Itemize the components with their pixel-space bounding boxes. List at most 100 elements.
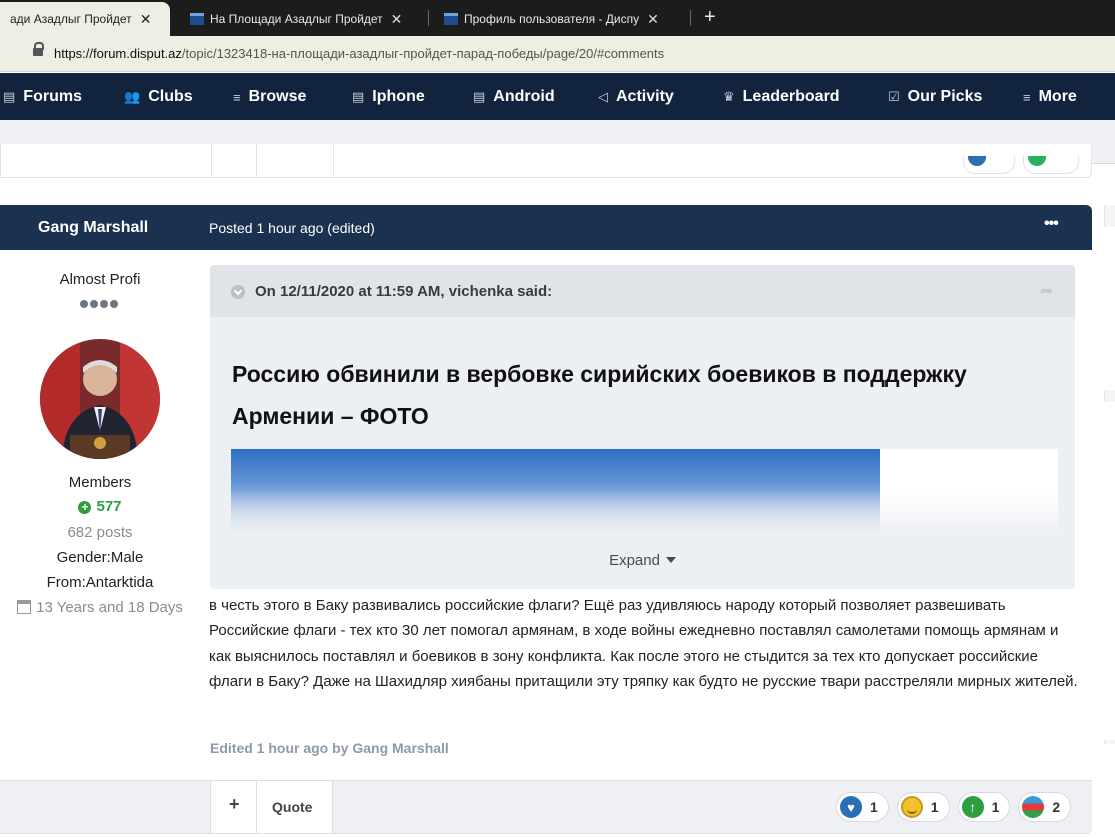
browser-tab-active[interactable]: ади Азадлыг Пройдет ✕ xyxy=(0,2,170,36)
reaction-count: 2 xyxy=(1052,799,1061,815)
quoted-headline: Россию обвинили в вербовке сирийских бое… xyxy=(232,361,967,429)
nav-clubs[interactable]: 👥 Clubs xyxy=(124,88,193,106)
tab-title: ади Азадлыг Пройдет xyxy=(10,12,132,26)
member-location: From:Antarktida xyxy=(46,574,154,591)
document-icon: ▤ xyxy=(352,89,365,104)
checkbox-icon: ☑ xyxy=(888,89,900,104)
nav-label: Forums xyxy=(23,88,82,105)
new-tab-button[interactable]: + xyxy=(704,6,716,29)
close-tab-icon[interactable]: ✕ xyxy=(140,11,152,28)
tab-title: На Площади Азадлыг Пройдет xyxy=(210,12,383,26)
quoted-image xyxy=(231,449,1058,535)
close-tab-icon[interactable]: ✕ xyxy=(391,11,403,28)
nav-more[interactable]: ≡ More xyxy=(1023,88,1077,106)
trophy-icon: ♛ xyxy=(723,89,735,104)
avatar-image xyxy=(40,339,160,459)
divider xyxy=(211,144,212,178)
smile-reaction-icon xyxy=(900,796,923,818)
reaction-badge[interactable] xyxy=(1023,156,1079,174)
nav-our-picks[interactable]: ☑ Our Picks xyxy=(888,88,982,106)
nav-leaderboard[interactable]: ♛ Leaderboard xyxy=(723,88,840,106)
post-header: Gang Marshall Posted 1 hour ago (edited)… xyxy=(0,205,1092,250)
multiquote-button[interactable]: + xyxy=(229,794,240,815)
nav-android[interactable]: ▤ Android xyxy=(473,88,555,106)
browser-tab[interactable]: На Площади Азадлыг Пройдет ✕ xyxy=(180,2,426,36)
reaction-badge[interactable] xyxy=(963,156,1015,174)
reaction-upvote[interactable]: 1 xyxy=(957,792,1011,822)
favicon-icon xyxy=(190,13,204,25)
list-icon: ≡ xyxy=(233,89,241,105)
avatar[interactable] xyxy=(40,339,160,459)
site-navigation: ▤ Forums 👥 Clubs ≡ Browse ▤ Iphone ▤ Android … xyxy=(0,73,1115,120)
document-icon: ▤ xyxy=(3,89,16,104)
previous-post-footer xyxy=(0,144,1092,178)
member-since-text: 13 Years and 18 Days xyxy=(36,599,183,616)
reputation-count: 577 xyxy=(96,498,122,515)
menu-icon: ≡ xyxy=(1023,89,1031,105)
member-rank: Almost Profi xyxy=(59,271,141,288)
megaphone-icon: ◁ xyxy=(598,89,608,104)
tab-separator xyxy=(428,10,429,26)
sidebar-edge xyxy=(1104,205,1115,227)
browser-tab[interactable]: Профиль пользователя - Диспу ✕ xyxy=(434,2,690,36)
reaction-flag[interactable]: 2 xyxy=(1018,792,1072,822)
favicon-icon xyxy=(444,13,458,25)
rank-pips xyxy=(80,300,118,308)
nav-forums[interactable]: ▤ Forums xyxy=(3,88,82,106)
tab-title: Профиль пользователя - Диспу xyxy=(464,12,640,26)
caret-down-icon xyxy=(665,557,676,563)
lock-icon xyxy=(33,42,44,56)
nav-label: Activity xyxy=(616,88,674,105)
divider xyxy=(333,144,334,178)
expand-label: Expand xyxy=(609,552,660,569)
heart-reaction-icon xyxy=(840,796,862,818)
users-icon: 👥 xyxy=(124,89,141,104)
expand-button[interactable]: Expand xyxy=(210,552,1075,569)
calendar-icon xyxy=(17,600,32,614)
divider xyxy=(256,781,257,833)
reaction-count: 1 xyxy=(870,799,878,815)
nav-label: More xyxy=(1038,88,1077,105)
nav-label: Iphone xyxy=(372,88,425,105)
member-since: 13 Years and 18 Days xyxy=(0,599,200,616)
quote-header: On 12/11/2020 at 11:59 AM, vichenka said… xyxy=(210,265,1075,317)
edited-note: Edited 1 hour ago by Gang Marshall xyxy=(210,740,449,756)
address-bar[interactable]: https://forum.disput.az/topic/1323418-на… xyxy=(0,36,1115,72)
quote-citation: On 12/11/2020 at 11:59 AM, vichenka said… xyxy=(255,283,553,300)
tab-separator xyxy=(690,10,691,26)
quote-button[interactable]: Quote xyxy=(272,799,312,815)
post-body: в честь этого в Баку развивались российс… xyxy=(209,597,1078,691)
reaction-smile[interactable]: 1 xyxy=(896,792,950,822)
quote-block: On 12/11/2020 at 11:59 AM, vichenka said… xyxy=(210,265,1075,589)
share-icon[interactable]: ➦ xyxy=(1040,281,1053,301)
post-author-name[interactable]: Gang Marshall xyxy=(38,219,148,237)
close-tab-icon[interactable]: ✕ xyxy=(647,11,659,28)
nav-label: Leaderboard xyxy=(742,88,840,105)
nav-label: Our Picks xyxy=(907,88,983,105)
browser-tab-strip: ади Азадлыг Пройдет ✕ На Площади Азадлыг… xyxy=(0,0,1115,36)
post-actions: + Quote xyxy=(210,781,333,833)
reactions-bar: 1 1 1 2 xyxy=(836,792,1072,822)
document-icon: ▤ xyxy=(473,89,486,104)
sidebar-edge xyxy=(1104,390,1115,402)
member-gender: Gender:Male xyxy=(56,549,144,566)
reaction-count: 1 xyxy=(930,799,939,815)
nav-iphone[interactable]: ▤ Iphone xyxy=(352,88,425,106)
azerbaijan-flag-reaction-icon xyxy=(1022,796,1045,818)
reaction-heart[interactable]: 1 xyxy=(836,792,889,822)
chevron-down-icon[interactable] xyxy=(231,285,245,299)
member-group: Members xyxy=(68,474,132,491)
nav-activity[interactable]: ◁ Activity xyxy=(598,88,674,106)
post-timestamp[interactable]: Posted 1 hour ago (edited) xyxy=(209,220,375,236)
url-path: /topic/1323418-на-площади-азадлыг-пройде… xyxy=(181,46,665,61)
url-text[interactable]: https://forum.disput.az/topic/1323418-на… xyxy=(54,46,664,61)
divider xyxy=(256,144,257,178)
nav-browse[interactable]: ≡ Browse xyxy=(233,88,306,106)
url-domain: https://forum.disput.az xyxy=(54,46,182,61)
reputation-badge: +577 xyxy=(0,498,200,515)
sidebar-edge xyxy=(1104,740,1115,744)
post-menu-icon[interactable]: ••• xyxy=(1044,215,1059,233)
reaction-count: 1 xyxy=(991,799,1000,815)
nav-label: Browse xyxy=(248,88,307,105)
plus-circle-icon: + xyxy=(78,501,92,514)
